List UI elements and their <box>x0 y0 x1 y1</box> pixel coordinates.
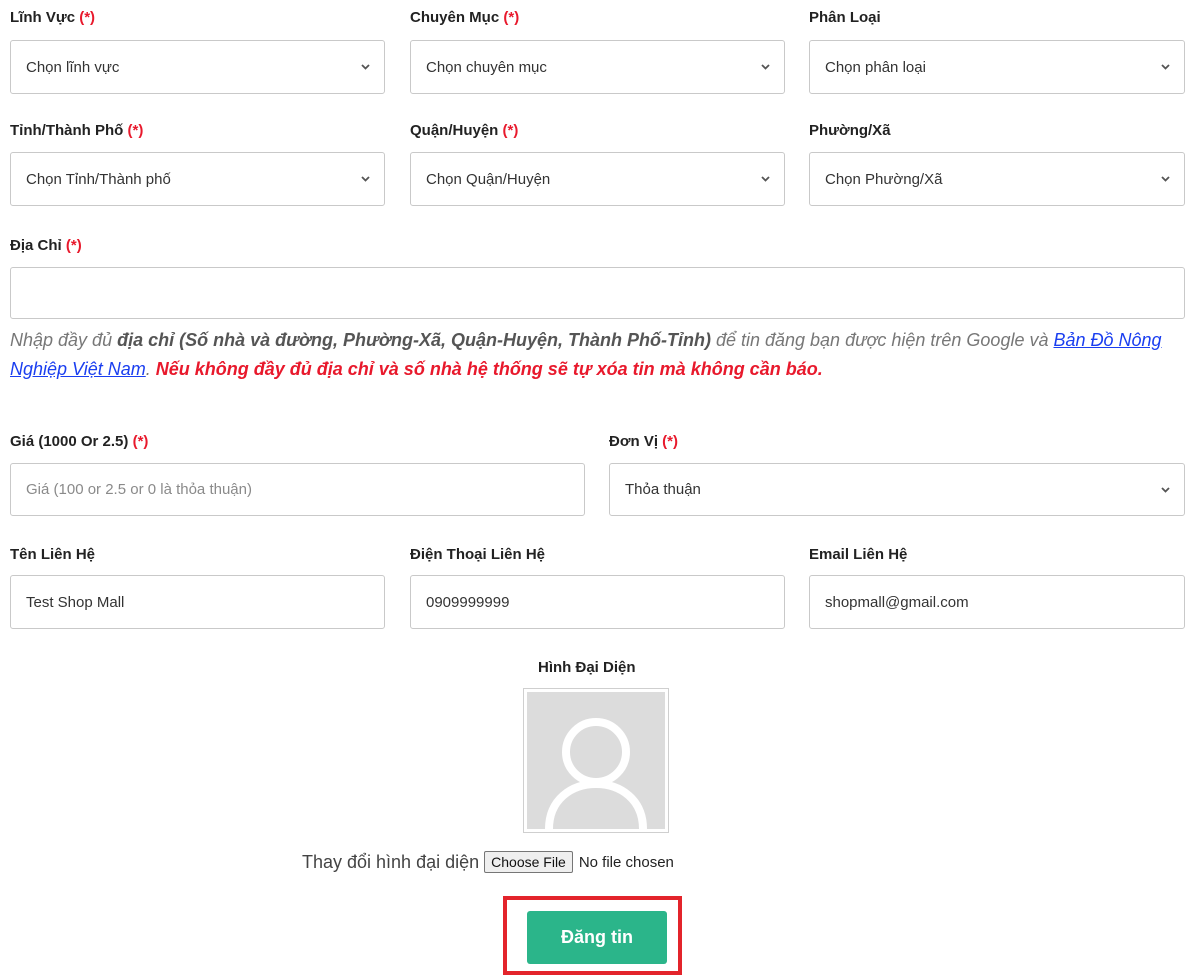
price-input[interactable]: Giá (100 or 2.5 or 0 là thỏa thuận) <box>10 463 585 516</box>
phan-loai-label: Phân Loại <box>809 9 881 26</box>
chevron-down-icon <box>361 64 370 70</box>
required-marker: (*) <box>79 9 96 26</box>
contact-email-label: Email Liên Hệ <box>809 546 908 563</box>
required-marker: (*) <box>662 433 678 450</box>
contact-email-input[interactable]: shopmall@gmail.com <box>809 575 1185 629</box>
contact-phone-input[interactable]: 0909999999 <box>410 575 785 629</box>
quan-select[interactable]: Chọn Quận/Huyện <box>410 152 785 206</box>
required-marker: (*) <box>65 237 82 254</box>
tinh-label: Tỉnh/Thành Phố (*) <box>10 122 144 139</box>
address-input[interactable] <box>10 267 1185 319</box>
chuyen-muc-value: Chọn chuyên mục <box>426 58 547 76</box>
quan-value: Chọn Quận/Huyện <box>426 170 551 188</box>
chevron-down-icon <box>1161 486 1170 493</box>
chuyen-muc-label: Chuyên Mục (*) <box>410 9 520 26</box>
required-marker: (*) <box>502 122 519 139</box>
chuyen-muc-select[interactable]: Chọn chuyên mục <box>410 40 785 94</box>
phuong-value: Chọn Phường/Xã <box>825 170 943 188</box>
phan-loai-value: Chọn phân loại <box>825 58 926 76</box>
chevron-down-icon <box>1161 64 1170 70</box>
submit-button[interactable]: Đăng tin <box>527 911 667 964</box>
contact-phone-value: 0909999999 <box>426 593 510 611</box>
address-warning: Nếu không đầy đủ địa chỉ và số nhà hệ th… <box>155 359 823 379</box>
address-hint: Nhập đầy đủ địa chỉ (Số nhà và đường, Ph… <box>10 330 1162 379</box>
quan-label: Quận/Huyện (*) <box>410 122 519 139</box>
chevron-down-icon <box>761 176 770 182</box>
price-placeholder: Giá (100 or 2.5 or 0 là thỏa thuận) <box>26 481 252 498</box>
phan-loai-select[interactable]: Chọn phân loại <box>809 40 1185 94</box>
file-status: No file chosen <box>578 853 674 871</box>
linh-vuc-value: Chọn lĩnh vực <box>26 58 120 76</box>
unit-label: Đơn Vị (*) <box>609 433 678 450</box>
unit-value: Thỏa thuận <box>625 481 701 498</box>
avatar-file-row: Thay đổi hình đại diện Choose File No fi… <box>302 851 674 873</box>
contact-name-input[interactable]: Test Shop Mall <box>10 575 385 629</box>
linh-vuc-label: Lĩnh Vực (*) <box>10 9 96 26</box>
chevron-down-icon <box>1161 176 1170 182</box>
tinh-select[interactable]: Chọn Tỉnh/Thành phố <box>10 152 385 206</box>
contact-phone-label: Điện Thoại Liên Hệ <box>410 546 546 563</box>
avatar-title: Hình Đại Diện <box>538 659 636 676</box>
contact-name-label: Tên Liên Hệ <box>10 546 96 563</box>
contact-name-value: Test Shop Mall <box>26 593 125 611</box>
tinh-value: Chọn Tỉnh/Thành phố <box>26 170 171 188</box>
unit-select[interactable]: Thỏa thuận <box>609 463 1185 516</box>
linh-vuc-select[interactable]: Chọn lĩnh vực <box>10 40 385 94</box>
address-hint-emphasis: địa chỉ (Số nhà và đường, Phường-Xã, Quậ… <box>117 330 711 350</box>
phuong-select[interactable]: Chọn Phường/Xã <box>809 152 1185 206</box>
avatar-change-label: Thay đổi hình đại diện <box>302 851 480 872</box>
contact-email-value: shopmall@gmail.com <box>825 593 969 611</box>
phuong-label: Phường/Xã <box>809 122 891 139</box>
avatar <box>523 688 669 833</box>
price-label: Giá (1000 Or 2.5) (*) <box>10 433 149 450</box>
user-placeholder-icon <box>545 718 647 830</box>
choose-file-button[interactable]: Choose File <box>484 851 573 873</box>
required-marker: (*) <box>132 433 149 450</box>
chevron-down-icon <box>361 176 370 182</box>
required-marker: (*) <box>127 122 144 139</box>
address-label: Địa Chỉ (*) <box>10 237 82 254</box>
required-marker: (*) <box>503 9 520 26</box>
chevron-down-icon <box>761 64 770 70</box>
